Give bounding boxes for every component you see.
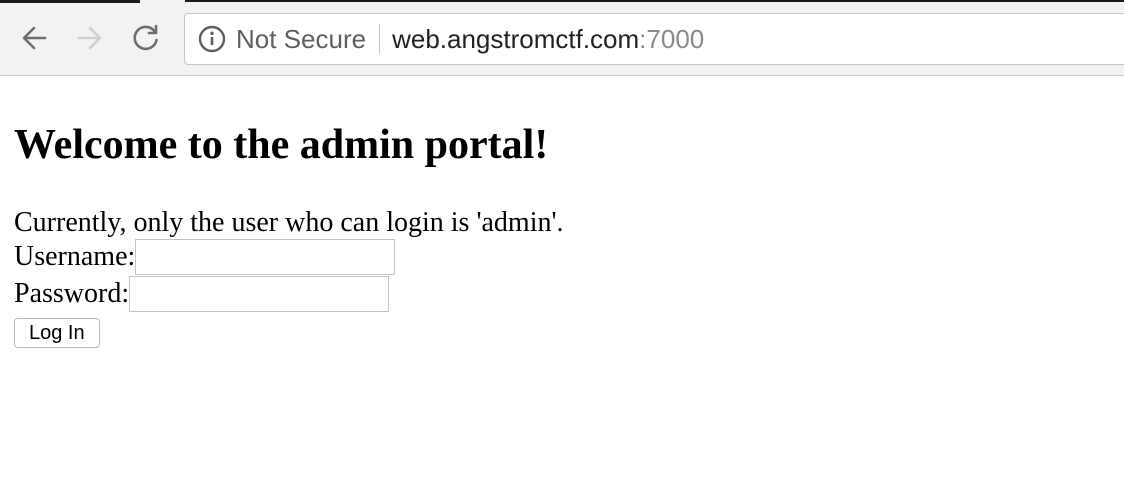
login-notice: Currently, only the user who can login i… (14, 207, 564, 238)
password-row: Password: (14, 275, 1110, 312)
arrow-right-icon (77, 26, 102, 50)
password-label: Password: (14, 277, 130, 309)
reload-icon (133, 24, 158, 51)
login-button[interactable]: Log In (14, 318, 100, 348)
page-content: Welcome to the admin portal! Currently, … (0, 76, 1124, 348)
address-bar[interactable]: Not Secure web.angstromctf.com:7000 (184, 13, 1124, 65)
url-host[interactable]: web.angstromctf.com (392, 24, 639, 55)
omnibox-divider (379, 24, 381, 54)
reload-button[interactable] (131, 22, 161, 54)
info-icon[interactable] (198, 25, 226, 53)
username-row: Username: (14, 238, 1110, 275)
password-input[interactable] (129, 275, 390, 312)
login-form: Username: Password: Log In (14, 238, 1110, 348)
page-title: Welcome to the admin portal! (14, 122, 549, 168)
url-port[interactable]: :7000 (639, 24, 704, 55)
browser-toolbar: Not Secure web.angstromctf.com:7000 (0, 0, 1124, 76)
username-label: Username: (14, 240, 136, 272)
arrow-left-icon (22, 26, 47, 50)
username-input[interactable] (135, 238, 396, 275)
forward-button[interactable] (75, 22, 105, 54)
security-label[interactable]: Not Secure (236, 24, 366, 55)
back-button[interactable] (19, 22, 49, 54)
active-tab-edge (0, 0, 140, 3)
tab-strip-edge (185, 0, 1124, 2)
